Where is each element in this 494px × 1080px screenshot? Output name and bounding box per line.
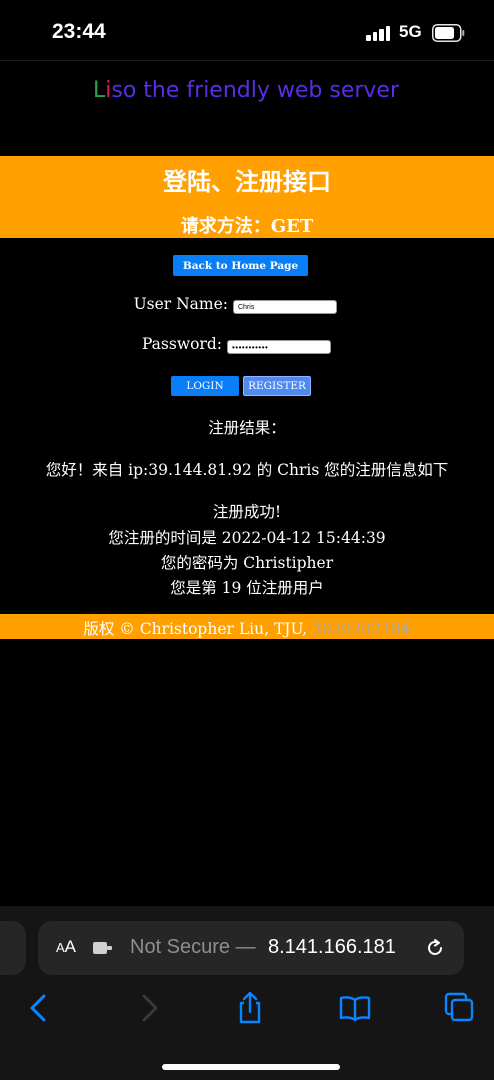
previous-tab-preview[interactable] bbox=[0, 921, 26, 975]
footer-copyright: 版权 © Christopher Liu, TJU, 3020202184 bbox=[83, 620, 411, 638]
result-greeting: 您好！来自 ip:39.144.81.92 的 Chris 您的注册信息如下 bbox=[45, 461, 449, 479]
register-button[interactable]: REGISTER bbox=[243, 376, 311, 396]
login-button[interactable]: LOGIN bbox=[171, 376, 239, 396]
username-input[interactable]: Chris bbox=[233, 300, 337, 314]
status-bar: 23:44 5G bbox=[0, 0, 494, 62]
result-password: 您的密码为 Christipher bbox=[160, 554, 334, 572]
site-logo: Liso the friendly web server bbox=[93, 78, 400, 103]
password-label: Password: bbox=[141, 335, 222, 353]
extension-icon[interactable] bbox=[92, 939, 114, 957]
share-icon[interactable] bbox=[232, 990, 268, 1026]
result-count: 您是第 19 位注册用户 bbox=[170, 579, 324, 597]
footer-student-id: 3020202184 bbox=[312, 620, 411, 638]
cellular-signal-icon bbox=[366, 25, 392, 41]
password-input[interactable]: ••••••••••• bbox=[227, 340, 331, 354]
result-heading: 注册结果： bbox=[208, 419, 286, 437]
reload-icon[interactable] bbox=[424, 937, 446, 959]
network-type: 5G bbox=[399, 22, 422, 41]
home-indicator[interactable] bbox=[162, 1064, 340, 1070]
back-to-home-button[interactable]: Back to Home Page bbox=[173, 255, 308, 276]
not-secure-label: Not Secure — bbox=[130, 936, 256, 958]
request-method: 请求方法：GET bbox=[180, 216, 314, 237]
page-title: 登陆、注册接口 bbox=[163, 167, 331, 196]
status-time: 23:44 bbox=[52, 20, 106, 43]
forward-icon[interactable] bbox=[130, 990, 166, 1026]
url-text[interactable]: 8.141.166.181 bbox=[268, 936, 396, 959]
tabs-icon[interactable] bbox=[442, 990, 478, 1026]
back-icon[interactable] bbox=[22, 990, 58, 1026]
result-time: 您注册的时间是 2022-04-12 15:44:39 bbox=[108, 529, 386, 547]
result-success: 注册成功! bbox=[212, 503, 282, 521]
page-top-divider bbox=[0, 60, 494, 61]
battery-icon bbox=[432, 24, 465, 42]
text-size-icon[interactable]: AA bbox=[56, 937, 76, 957]
username-label: User Name: bbox=[133, 295, 228, 313]
bookmarks-icon[interactable] bbox=[337, 990, 373, 1026]
